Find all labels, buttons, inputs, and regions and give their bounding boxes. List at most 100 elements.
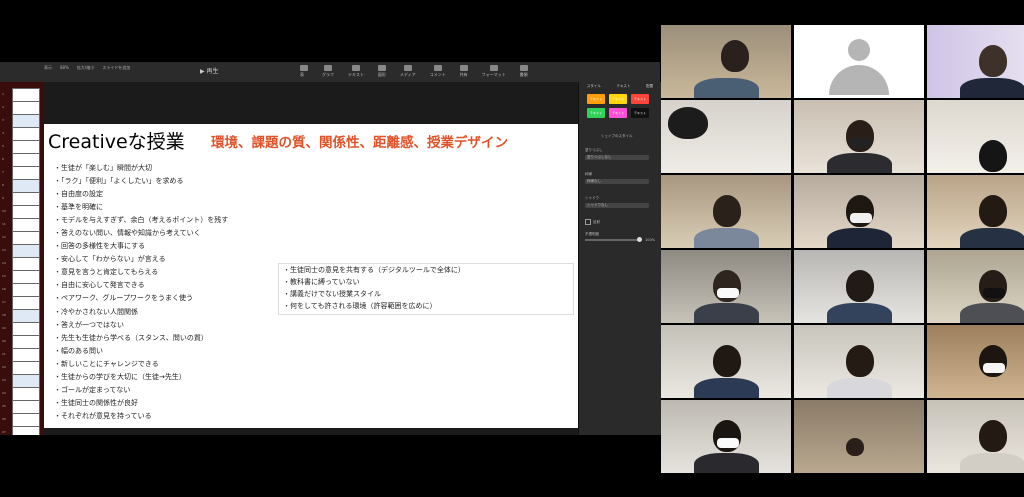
- toolbar-add-slide[interactable]: スライドを追加: [102, 65, 130, 71]
- border-value: 枠線なし: [587, 179, 601, 183]
- tab-text[interactable]: テキスト: [617, 84, 631, 89]
- play-button[interactable]: ▶ 再生: [200, 66, 219, 75]
- slide-thumbnail-number: 5: [2, 144, 4, 148]
- list-item: ・生徒からの学びを大切に（生徒→先生）: [54, 372, 186, 381]
- tab-style[interactable]: スタイル: [587, 84, 601, 89]
- participant-body: [693, 78, 759, 98]
- slide-text-box[interactable]: ・生徒同士の意見を共有する（デジタルツールで全体に） ・教科書に縛っていない ・…: [278, 263, 574, 315]
- participant-tile-avatar[interactable]: [794, 25, 924, 98]
- participant-tile[interactable]: [661, 400, 791, 473]
- toolbar-view[interactable]: 表示: [44, 65, 52, 71]
- toolbar-zoom[interactable]: 88%: [60, 65, 69, 71]
- avatar-body-icon: [829, 65, 889, 95]
- opacity-slider[interactable]: [585, 237, 642, 242]
- slide[interactable]: Creativeな授業 環境、課題の質、関係性、距離感、授業デザイン ・生徒が「…: [44, 124, 578, 428]
- toolbar-document[interactable]: 書類: [519, 65, 528, 78]
- toolbar-media-label: メディア: [399, 72, 416, 77]
- style-swatch[interactable]: テキスト: [609, 108, 627, 118]
- border-select[interactable]: 枠線なし: [585, 179, 649, 184]
- participant-head: [846, 270, 874, 303]
- participant-tile[interactable]: [927, 25, 1024, 98]
- style-swatch[interactable]: テキスト: [587, 94, 605, 104]
- opacity-slider-handle[interactable]: [637, 237, 642, 242]
- face-mask: [716, 287, 739, 298]
- border-label: 枠線: [585, 172, 592, 176]
- style-swatch[interactable]: テキスト: [587, 108, 605, 118]
- toolbar-document-label: 書類: [519, 72, 528, 77]
- shape-icon: [377, 65, 386, 71]
- participant-head: [846, 345, 874, 378]
- share-icon: [459, 65, 468, 71]
- participant-tile[interactable]: [661, 25, 791, 98]
- slide-thumbnail-number: 17: [2, 300, 6, 304]
- reflection-checkbox[interactable]: [585, 219, 591, 225]
- reflection-label: 反射: [593, 220, 600, 224]
- participant-body: [693, 378, 759, 398]
- slide-thumbnail-number: 18: [2, 313, 6, 317]
- participant-tile[interactable]: [794, 325, 924, 398]
- participant-tile[interactable]: [794, 250, 924, 323]
- box-list-item: ・生徒同士の意見を共有する（デジタルツールで全体に）: [283, 266, 465, 274]
- toolbar-comment-label: コメント: [429, 72, 446, 77]
- document-icon: [519, 65, 528, 71]
- slide-thumbnail-number: 1: [2, 92, 4, 96]
- toolbar-shape-label: 図形: [377, 72, 386, 77]
- face-mask: [716, 437, 739, 448]
- participant-body: [959, 78, 1024, 98]
- slide-thumbnail-number: 3: [2, 118, 4, 122]
- participant-body: [959, 228, 1024, 248]
- slide-thumbnail[interactable]: [12, 426, 40, 435]
- participant-body: [693, 453, 759, 473]
- participant-tile[interactable]: [794, 175, 924, 248]
- list-item: ・モデルを与えすぎず、余白（考えるポイント）を残す: [54, 216, 229, 225]
- participant-body: [826, 303, 892, 323]
- participant-head: [713, 195, 741, 228]
- participant-tile[interactable]: [794, 400, 924, 473]
- participant-tile[interactable]: [794, 100, 924, 173]
- fill-label: 塗りつぶし: [585, 148, 603, 152]
- list-item: ・自由度の設定: [54, 190, 103, 199]
- toolbar-text-label: テキスト: [348, 72, 364, 77]
- participant-tile[interactable]: [661, 250, 791, 323]
- style-swatches: テキスト テキスト テキスト テキスト テキスト テキスト: [587, 94, 649, 118]
- slide-thumbnail-number: 22: [2, 365, 6, 369]
- slide-thumbnail-number: 25: [2, 404, 6, 408]
- toolbar-chart[interactable]: グラフ: [322, 65, 334, 78]
- toolbar-format[interactable]: フォーマット: [482, 65, 506, 78]
- style-swatch[interactable]: テキスト: [631, 94, 649, 104]
- style-swatch[interactable]: テキスト: [631, 108, 649, 118]
- toolbar-share[interactable]: 共有: [459, 65, 468, 78]
- play-label: 再生: [206, 68, 219, 75]
- shape-style-label: シェイプのスタイル: [601, 134, 633, 138]
- toolbar-comment[interactable]: コメント: [430, 65, 446, 78]
- participant-tile[interactable]: [927, 250, 1024, 323]
- comment-icon: [433, 65, 442, 71]
- face-mask: [849, 212, 872, 223]
- shadow-select[interactable]: シャドウなし: [585, 203, 649, 208]
- participant-body: [826, 228, 892, 248]
- style-swatch[interactable]: テキスト: [609, 94, 627, 104]
- tab-arrange[interactable]: 配置: [646, 84, 653, 89]
- box-list-item: ・講義だけでない授業スタイル: [283, 290, 381, 298]
- slide-thumbnail-number: 14: [2, 261, 6, 265]
- slide-thumbnail-number: 19: [2, 326, 6, 330]
- toolbar-table[interactable]: 表: [300, 65, 308, 78]
- shadow-value: シャドウなし: [587, 203, 608, 207]
- fill-select[interactable]: 塗りつぶしなし: [585, 155, 649, 160]
- participant-tile[interactable]: [927, 325, 1024, 398]
- toolbar-shape[interactable]: 図形: [377, 65, 386, 78]
- participant-tile[interactable]: [661, 325, 791, 398]
- participant-tile[interactable]: [661, 175, 791, 248]
- box-list-item: ・何をしても許される環境（許容範囲を広めに）: [283, 302, 437, 310]
- list-item: ・意見を言うと肯定してもらえる: [54, 268, 159, 277]
- participant-tile[interactable]: [927, 175, 1024, 248]
- toolbar-media[interactable]: メディア: [400, 65, 416, 78]
- participant-tile[interactable]: [927, 400, 1024, 473]
- participant-body: [959, 453, 1024, 473]
- participant-head: [979, 420, 1007, 453]
- toolbar-text[interactable]: テキスト: [348, 65, 364, 78]
- participant-tile[interactable]: [661, 100, 791, 173]
- participant-head: [979, 140, 1007, 173]
- participant-tile[interactable]: [927, 100, 1024, 173]
- face-mask: [982, 362, 1005, 373]
